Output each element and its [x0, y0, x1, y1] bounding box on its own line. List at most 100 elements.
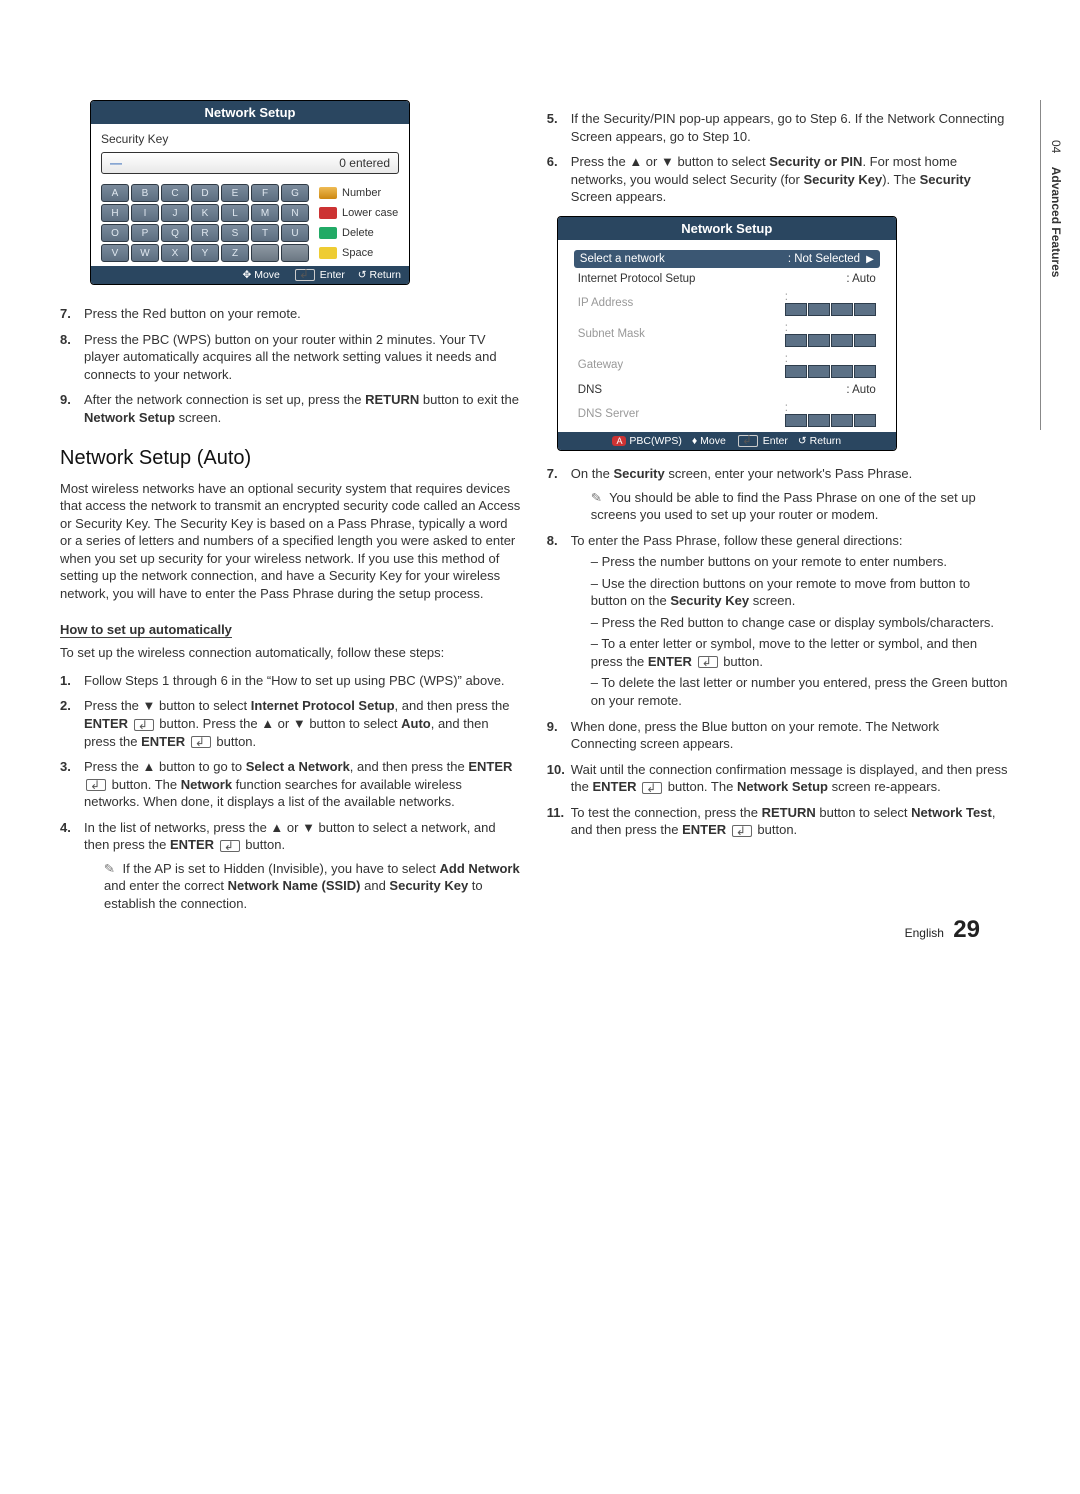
step: 10.Wait until the connection confirmatio… [547, 761, 1008, 796]
key-E[interactable]: E [221, 184, 249, 202]
key-D[interactable]: D [191, 184, 219, 202]
security-key-input[interactable]: — 0 entered [101, 152, 399, 174]
key-Q[interactable]: Q [161, 224, 189, 242]
key-M[interactable]: M [251, 204, 279, 222]
onscreen-keyboard[interactable]: ABCDEFG HIJKLMN OPQRSTU VWXYZ [101, 184, 311, 262]
right-column: 5.If the Security/PIN pop-up appears, go… [547, 100, 1008, 922]
key-L[interactable]: L [221, 204, 249, 222]
step-subitem: To a enter letter or symbol, move to the… [591, 635, 1008, 670]
enter-hint: Enter [293, 269, 345, 281]
key-blank[interactable] [251, 244, 279, 262]
space-button[interactable]: Space [319, 244, 399, 262]
key-Y[interactable]: Y [191, 244, 219, 262]
step-number: 5. [547, 110, 571, 145]
step-number: 10. [547, 761, 571, 796]
ip-address-row: IP Address : [568, 288, 886, 319]
page-footer: English 29 [905, 916, 980, 944]
delete-button[interactable]: Delete [319, 224, 399, 242]
enter-icon [86, 779, 106, 791]
key-W[interactable]: W [131, 244, 159, 262]
key-A[interactable]: A [101, 184, 129, 202]
step-number: 4. [60, 819, 84, 913]
enter-icon [642, 782, 662, 794]
step: 3.Press the ▲ button to go to Select a N… [60, 758, 521, 811]
step-body: On the Security screen, enter your netwo… [571, 465, 1008, 524]
key-J[interactable]: J [161, 204, 189, 222]
step-body: After the network connection is set up, … [84, 391, 521, 426]
step-body: To enter the Pass Phrase, follow these g… [571, 532, 1008, 710]
step-note: ✎ You should be able to find the Pass Ph… [591, 489, 1008, 524]
key-V[interactable]: V [101, 244, 129, 262]
step-body: If the Security/PIN pop-up appears, go t… [571, 110, 1008, 145]
key-R[interactable]: R [191, 224, 219, 242]
step-number: 7. [60, 305, 84, 323]
key-P[interactable]: P [131, 224, 159, 242]
step-subitem: Press the number buttons on your remote … [591, 553, 1008, 571]
ips-row: Internet Protocol Setup Auto [568, 270, 886, 288]
step-subitem: Use the direction buttons on your remote… [591, 575, 1008, 610]
key-T[interactable]: T [251, 224, 279, 242]
network-setup-panel: Network Setup Select a network Not Selec… [557, 216, 897, 451]
step-number: 9. [60, 391, 84, 426]
security-key-panel: Network Setup Security Key — 0 entered A… [90, 100, 410, 285]
key-O[interactable]: O [101, 224, 129, 242]
step: 5.If the Security/PIN pop-up appears, go… [547, 110, 1008, 145]
number-mode-button[interactable]: Number [319, 184, 399, 202]
gateway-row: Gateway : [568, 350, 886, 381]
step: 7.Press the Red button on your remote. [60, 305, 521, 323]
step: 4.In the list of networks, press the ▲ o… [60, 819, 521, 913]
note-icon: ✎ [103, 859, 115, 877]
chevron-right-icon: ▶ [866, 254, 874, 265]
enter-icon [295, 269, 315, 281]
step-number: 9. [547, 718, 571, 753]
step-body: Follow Steps 1 through 6 in the “How to … [84, 672, 521, 690]
howto-intro: To set up the wireless connection automa… [60, 644, 521, 662]
enter-icon [698, 656, 718, 668]
key-G[interactable]: G [281, 184, 309, 202]
steps-list-7-9: 7.Press the Red button on your remote. 8.… [60, 305, 521, 426]
step-body: Press the PBC (WPS) button on your route… [84, 331, 521, 384]
panel-title: Network Setup [91, 101, 409, 124]
key-S[interactable]: S [221, 224, 249, 242]
lowercase-button[interactable]: Lower case [319, 204, 399, 222]
howto-heading: How to set up automatically [60, 622, 232, 638]
step-number: 8. [547, 532, 571, 710]
key-X[interactable]: X [161, 244, 189, 262]
panel2-footer: A PBC(WPS) ♦ Move Enter ↺ Return [558, 432, 896, 450]
key-C[interactable]: C [161, 184, 189, 202]
enter-icon [134, 719, 154, 731]
enter-icon [732, 825, 752, 837]
step-body: Wait until the connection confirmation m… [571, 761, 1008, 796]
panel-footer: ✥ Move Enter ↺ Return [91, 266, 409, 284]
enter-icon [191, 736, 211, 748]
key-K[interactable]: K [191, 204, 219, 222]
red-a-icon: A [612, 436, 626, 446]
key-B[interactable]: B [131, 184, 159, 202]
step-number: 3. [60, 758, 84, 811]
enter-icon [738, 435, 758, 447]
section-heading: Network Setup (Auto) [60, 447, 521, 470]
key-F[interactable]: F [251, 184, 279, 202]
step-subitem: Press the Red button to change case or d… [591, 614, 1008, 632]
step: 9.When done, press the Blue button on yo… [547, 718, 1008, 753]
key-I[interactable]: I [131, 204, 159, 222]
step: 1.Follow Steps 1 through 6 in the “How t… [60, 672, 521, 690]
note-icon: ✎ [590, 488, 602, 506]
steps-list-1-4: 1.Follow Steps 1 through 6 in the “How t… [60, 672, 521, 913]
step-number: 1. [60, 672, 84, 690]
step-body: Press the ▲ button to go to Select a Net… [84, 758, 521, 811]
step-number: 7. [547, 465, 571, 524]
left-column: Network Setup Security Key — 0 entered A… [60, 100, 521, 922]
key-blank[interactable] [281, 244, 309, 262]
step: 2.Press the ▼ button to select Internet … [60, 697, 521, 750]
key-Z[interactable]: Z [221, 244, 249, 262]
key-N[interactable]: N [281, 204, 309, 222]
step: 7.On the Security screen, enter your net… [547, 465, 1008, 524]
key-U[interactable]: U [281, 224, 309, 242]
step: 9.After the network connection is set up… [60, 391, 521, 426]
input-cursor: — [110, 156, 122, 170]
select-network-row[interactable]: Select a network Not Selected▶ [574, 250, 880, 268]
step-number: 8. [60, 331, 84, 384]
step: 6.Press the ▲ or ▼ button to select Secu… [547, 153, 1008, 206]
key-H[interactable]: H [101, 204, 129, 222]
